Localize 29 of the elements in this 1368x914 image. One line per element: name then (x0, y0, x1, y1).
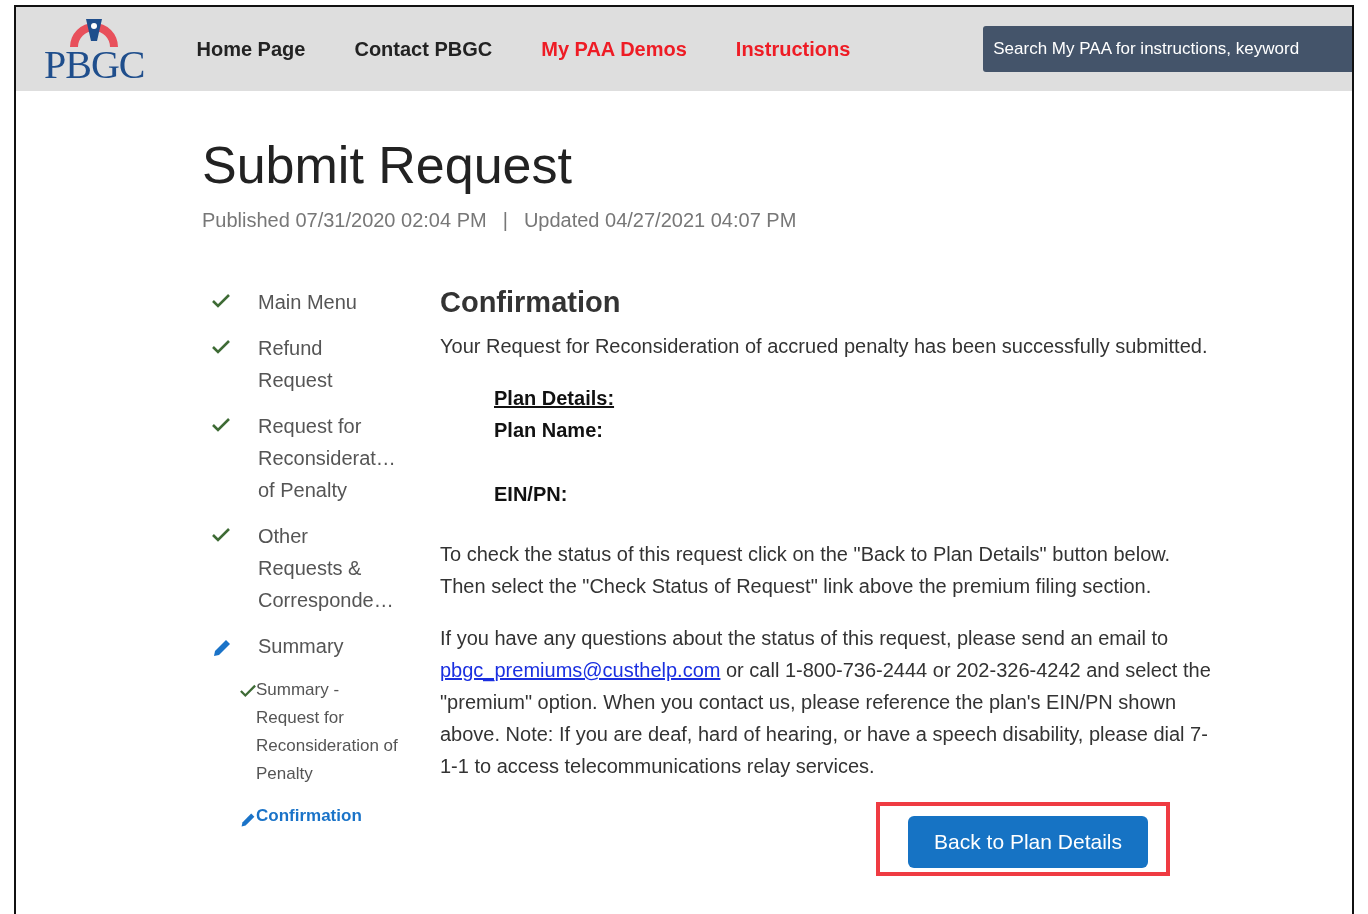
back-to-plan-details-button[interactable]: Back to Plan Details (908, 816, 1148, 868)
contact-paragraph: If you have any questions about the status of this request, please send an email to pbgc_premiums@custhelp.com or call 1-800-736-2444 or 202-326-4242 and select the "premium" option. When you contact us, please reference the plan's EIN/PN shown above. Note: If you are deaf, hard of hearing, or have a speech disability, please dial 7-1-1 to access telecommunications relay services. (440, 626, 1212, 779)
plan-details-heading: Plan Details: (494, 386, 616, 411)
step-link[interactable]: Summary - Request for Reconsideration of Penalty (256, 676, 406, 788)
updated-date: Updated 04/27/2021 04:07 PM (523, 209, 797, 232)
search-field[interactable]: Search My PAA for instructions, keyword (983, 26, 1352, 72)
nav-link[interactable]: Home Page (196, 37, 306, 61)
separator: | (502, 209, 508, 232)
nav-link[interactable]: Contact PBGC (354, 37, 493, 61)
published-date: Published 07/31/2020 02:04 PM (202, 209, 487, 232)
step-link[interactable]: Main Menu (258, 286, 390, 318)
ein-label: EIN/PN: (494, 482, 569, 507)
check-icon (212, 340, 230, 354)
step-link[interactable]: Confirmation (256, 802, 406, 830)
check-icon (212, 528, 230, 542)
status-instructions: To check the status of this request click on the "Back to Plan Details" button below. Then select the "Check Status of Request" link above the premium filing section. (440, 542, 1172, 599)
section-heading: Confirmation (440, 286, 622, 318)
step-link[interactable]: Refund Request (258, 332, 390, 396)
pbgc-logo[interactable]: PBGC (44, 15, 145, 83)
step-link[interactable]: Summary (258, 630, 390, 662)
plan-name-label: Plan Name: (494, 418, 604, 443)
email-link[interactable]: pbgc_premiums@custhelp.com (440, 659, 721, 681)
check-icon (212, 294, 230, 308)
check-icon (240, 684, 256, 698)
step-link[interactable]: Other Requests & Corresponde… (258, 520, 390, 616)
page-title: Submit Request (202, 135, 573, 195)
check-icon (212, 418, 230, 432)
confirmation-message: Your Request for Reconsideration of accrued penalty has been successfully submitted. (440, 334, 1209, 359)
pencil-icon (212, 638, 232, 658)
